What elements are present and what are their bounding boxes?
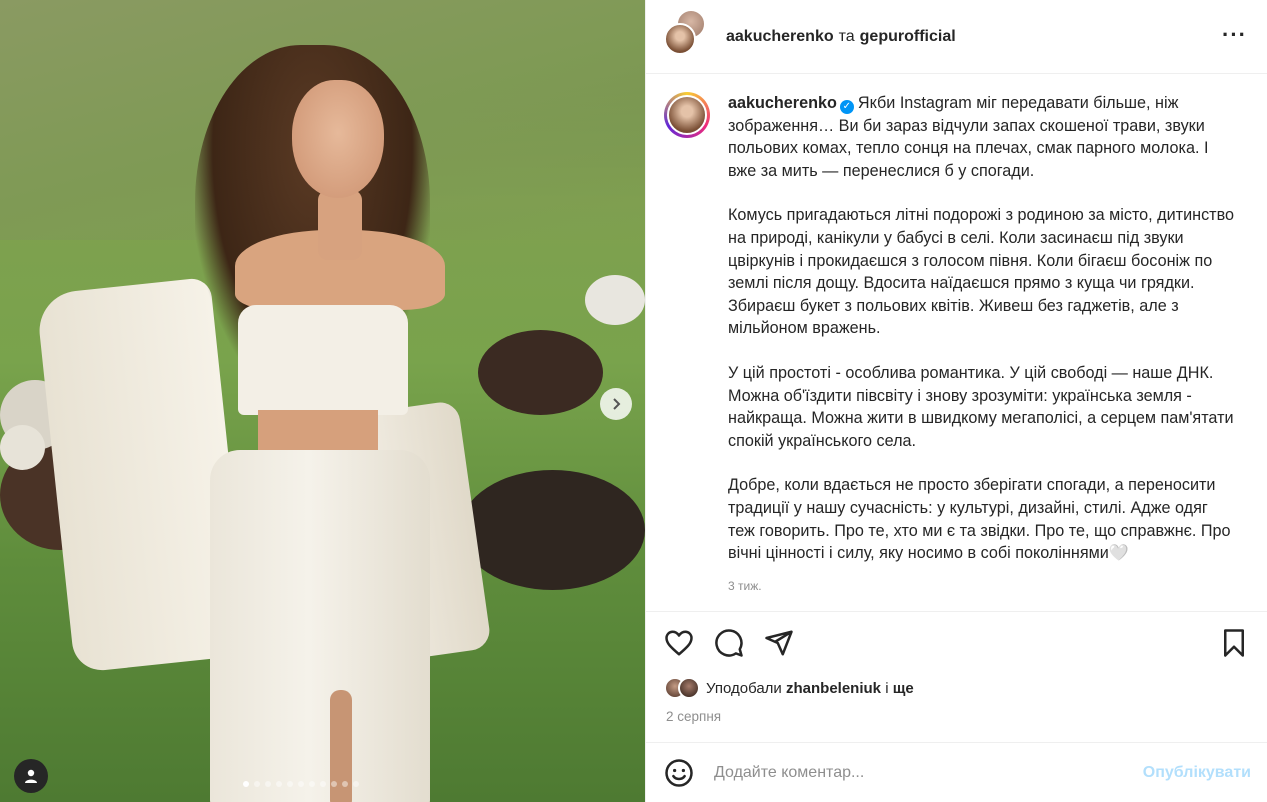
sheep [460, 470, 645, 590]
post-media[interactable] [0, 0, 645, 802]
comment-bar: Опублікувати [646, 742, 1267, 802]
avatar[interactable] [664, 22, 696, 55]
caption-section: aakucherenko ✓ Якби Instagram міг передава… [646, 74, 1267, 610]
collaborator-link[interactable]: gepurofficial [860, 28, 956, 45]
likes-separator: і [885, 679, 889, 697]
carousel-dot [298, 781, 304, 787]
comment-icon[interactable] [714, 628, 744, 658]
carousel-dot [254, 781, 260, 787]
carousel-dot [287, 781, 293, 787]
neck [318, 190, 362, 260]
header-avatars[interactable] [664, 8, 712, 61]
carousel-dot [276, 781, 282, 787]
tagged-users-button[interactable] [14, 759, 48, 793]
skirt [210, 450, 430, 802]
user-icon [25, 769, 37, 783]
connector-text: та [838, 27, 855, 45]
author-link[interactable]: aakucherenko [726, 28, 834, 45]
more-options-icon[interactable]: ··· [1222, 24, 1247, 46]
caption-paragraph: aakucherenko ✓ Якби Instagram міг передава… [728, 92, 1238, 182]
caption-avatar[interactable] [664, 92, 710, 138]
caption-paragraph-text: Добре, коли вдається не просто зберігати… [728, 476, 1231, 563]
header-names: aakucherenko та gepurofficial [726, 28, 956, 46]
caption-paragraph: Комусь пригадаються літні подорожі з род… [728, 206, 1234, 338]
carousel-dot [342, 781, 348, 787]
caption-paragraph: Добре, коли вдається не просто зберігати… [728, 474, 1238, 564]
carousel-dot [331, 781, 337, 787]
liker-avatar [678, 677, 700, 699]
caption-paragraph: У цій простоті - особлива романтика. У ц… [728, 363, 1234, 450]
heart-emoji: 🤍 [1108, 544, 1129, 563]
bookmark-icon[interactable] [1219, 628, 1249, 658]
likes-text: Уподобали zhanbeleniuk і ще [706, 680, 914, 697]
likes-prefix: Уподобали [706, 679, 782, 697]
comment-input[interactable] [714, 763, 1143, 782]
likes-more-link[interactable]: ще [893, 680, 914, 697]
next-image-button[interactable] [600, 388, 632, 420]
crop-top [238, 305, 408, 415]
heart-icon[interactable] [664, 628, 694, 658]
carousel-dot [353, 781, 359, 787]
caption-time[interactable]: 3 тиж. [728, 575, 1238, 598]
liker-username[interactable]: zhanbeleniuk [786, 680, 881, 697]
face [292, 80, 384, 198]
carousel-dot [320, 781, 326, 787]
carousel-dot [309, 781, 315, 787]
likes-summary: Уподобали zhanbeleniuk і ще [664, 677, 914, 699]
sheep [585, 275, 645, 325]
sheep [0, 425, 45, 470]
carousel-dot [243, 781, 249, 787]
carousel-dot [265, 781, 271, 787]
emoji-icon[interactable] [664, 758, 694, 788]
caption-text: aakucherenko ✓ Якби Instagram міг передава… [728, 92, 1238, 610]
action-bar [646, 611, 1267, 675]
carousel-indicator [243, 781, 359, 787]
post-header: aakucherenko та gepurofficial ··· [646, 0, 1267, 74]
chevron-right-icon [613, 398, 621, 410]
share-icon[interactable] [764, 628, 794, 658]
caption-username[interactable]: aakucherenko [728, 94, 837, 112]
post-panel: aakucherenko та gepurofficial ··· aakucher… [645, 0, 1267, 802]
post-date[interactable]: 2 серпня [666, 709, 721, 724]
publish-button[interactable]: Опублікувати [1143, 764, 1251, 782]
verified-badge-icon: ✓ [839, 100, 854, 114]
sheep [478, 330, 603, 415]
